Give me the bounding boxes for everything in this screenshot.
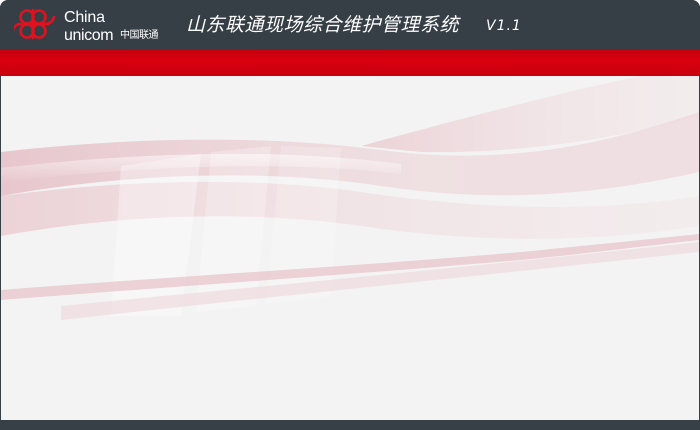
title-bar: China unicom 中国联通 山东联通现场综合维护管理系统 V1.1 — [0, 0, 700, 50]
accent-bar — [0, 50, 700, 76]
app-version: V1.1 — [486, 18, 522, 34]
logo-text-chinese: 中国联通 — [120, 30, 159, 41]
app-title: 山东联通现场综合维护管理系统 — [186, 14, 460, 36]
app-window: China unicom 中国联通 山东联通现场综合维护管理系统 V1.1 — [0, 0, 700, 430]
china-unicom-logo: China unicom 中国联通 — [14, 7, 174, 45]
unicom-knot-icon — [14, 8, 56, 40]
splash-content-area — [1, 76, 699, 420]
logo-text-unicom: unicom — [64, 27, 114, 44]
logo-text-china: China — [64, 9, 105, 26]
bottom-bar — [0, 420, 700, 430]
decorative-wave-background — [1, 76, 699, 320]
